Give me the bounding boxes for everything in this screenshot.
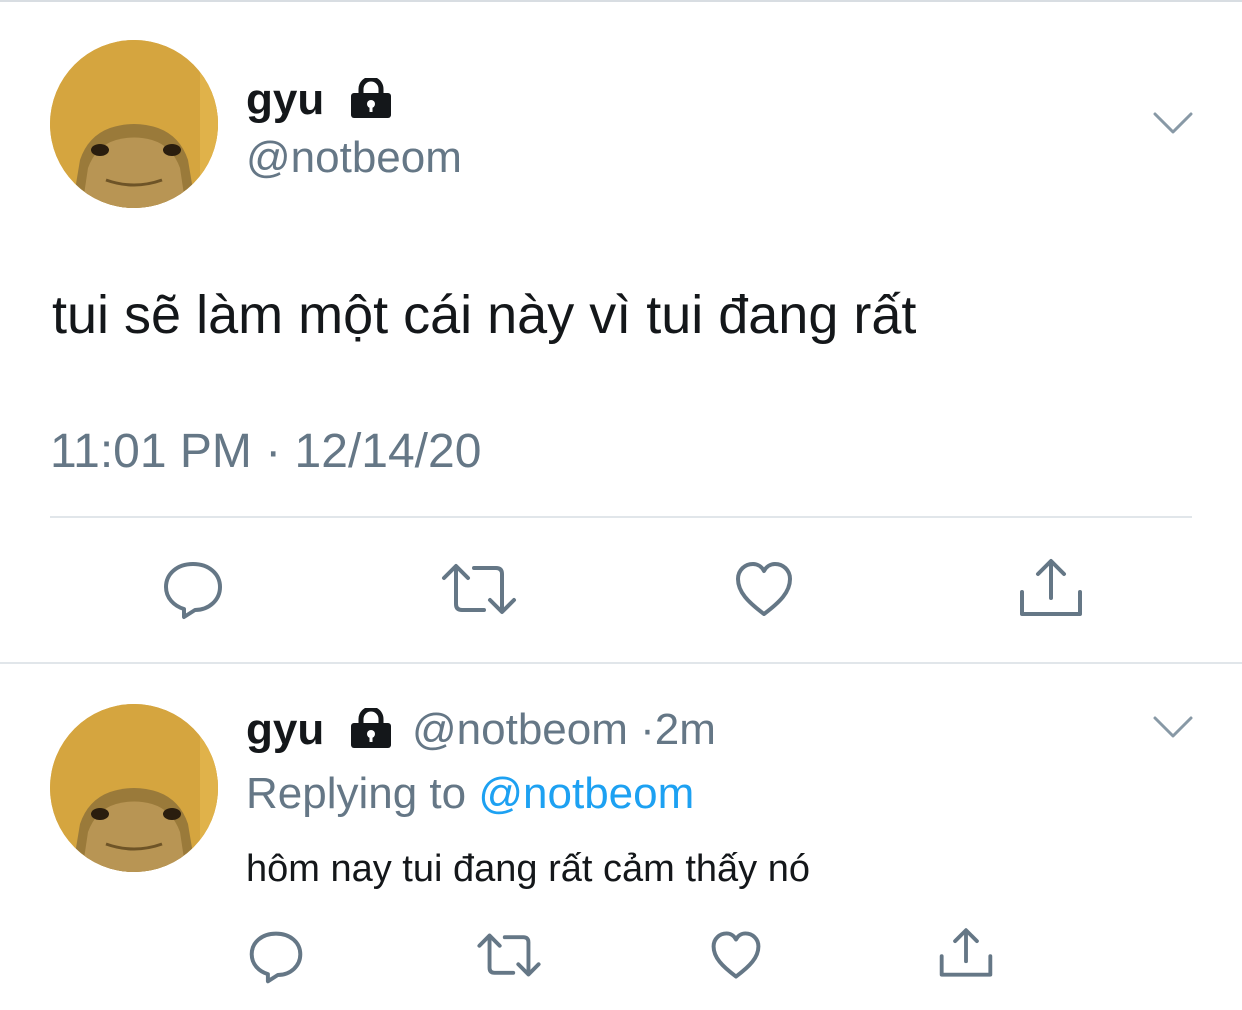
- reply-display-name[interactable]: gyu: [246, 708, 324, 752]
- display-name[interactable]: gyu: [246, 78, 324, 122]
- like-icon[interactable]: [734, 560, 794, 618]
- reply-user-handle[interactable]: @notbeom: [412, 705, 628, 754]
- chevron-down-icon[interactable]: [1152, 714, 1194, 740]
- tweet-timestamp[interactable]: 11:01 PM · 12/14/20: [50, 428, 481, 476]
- lizard-avatar-icon: [50, 40, 218, 208]
- top-divider: [0, 0, 1242, 2]
- lock-icon: [351, 708, 391, 748]
- meta-separator: ·: [640, 705, 655, 754]
- share-icon[interactable]: [938, 926, 994, 978]
- lizard-avatar-icon: [50, 704, 218, 872]
- reply-icon[interactable]: [162, 560, 224, 620]
- reply-avatar[interactable]: [50, 704, 218, 872]
- replying-prefix: Replying to: [246, 769, 467, 818]
- avatar[interactable]: [50, 40, 218, 208]
- user-handle[interactable]: @notbeom: [246, 136, 462, 180]
- lock-icon: [351, 78, 391, 118]
- retweet-icon[interactable]: [476, 932, 542, 978]
- reply-text: hôm nay tui đang rất cảm thấy nó: [246, 848, 810, 890]
- share-icon[interactable]: [1018, 556, 1084, 618]
- tweet-divider: [0, 662, 1242, 664]
- retweet-icon[interactable]: [440, 562, 518, 616]
- replying-to: Replying to @notbeom: [246, 772, 694, 816]
- reply-age[interactable]: 2m: [655, 705, 716, 754]
- action-divider: [50, 516, 1192, 518]
- tweet-text: tui sẽ làm một cái này vì tui đang rất: [52, 285, 917, 345]
- reply-meta: @notbeom ·2m: [412, 708, 716, 752]
- like-icon[interactable]: [710, 930, 762, 980]
- reply-icon[interactable]: [248, 930, 304, 984]
- replying-mention-link[interactable]: @notbeom: [478, 769, 694, 818]
- chevron-down-icon[interactable]: [1152, 110, 1194, 136]
